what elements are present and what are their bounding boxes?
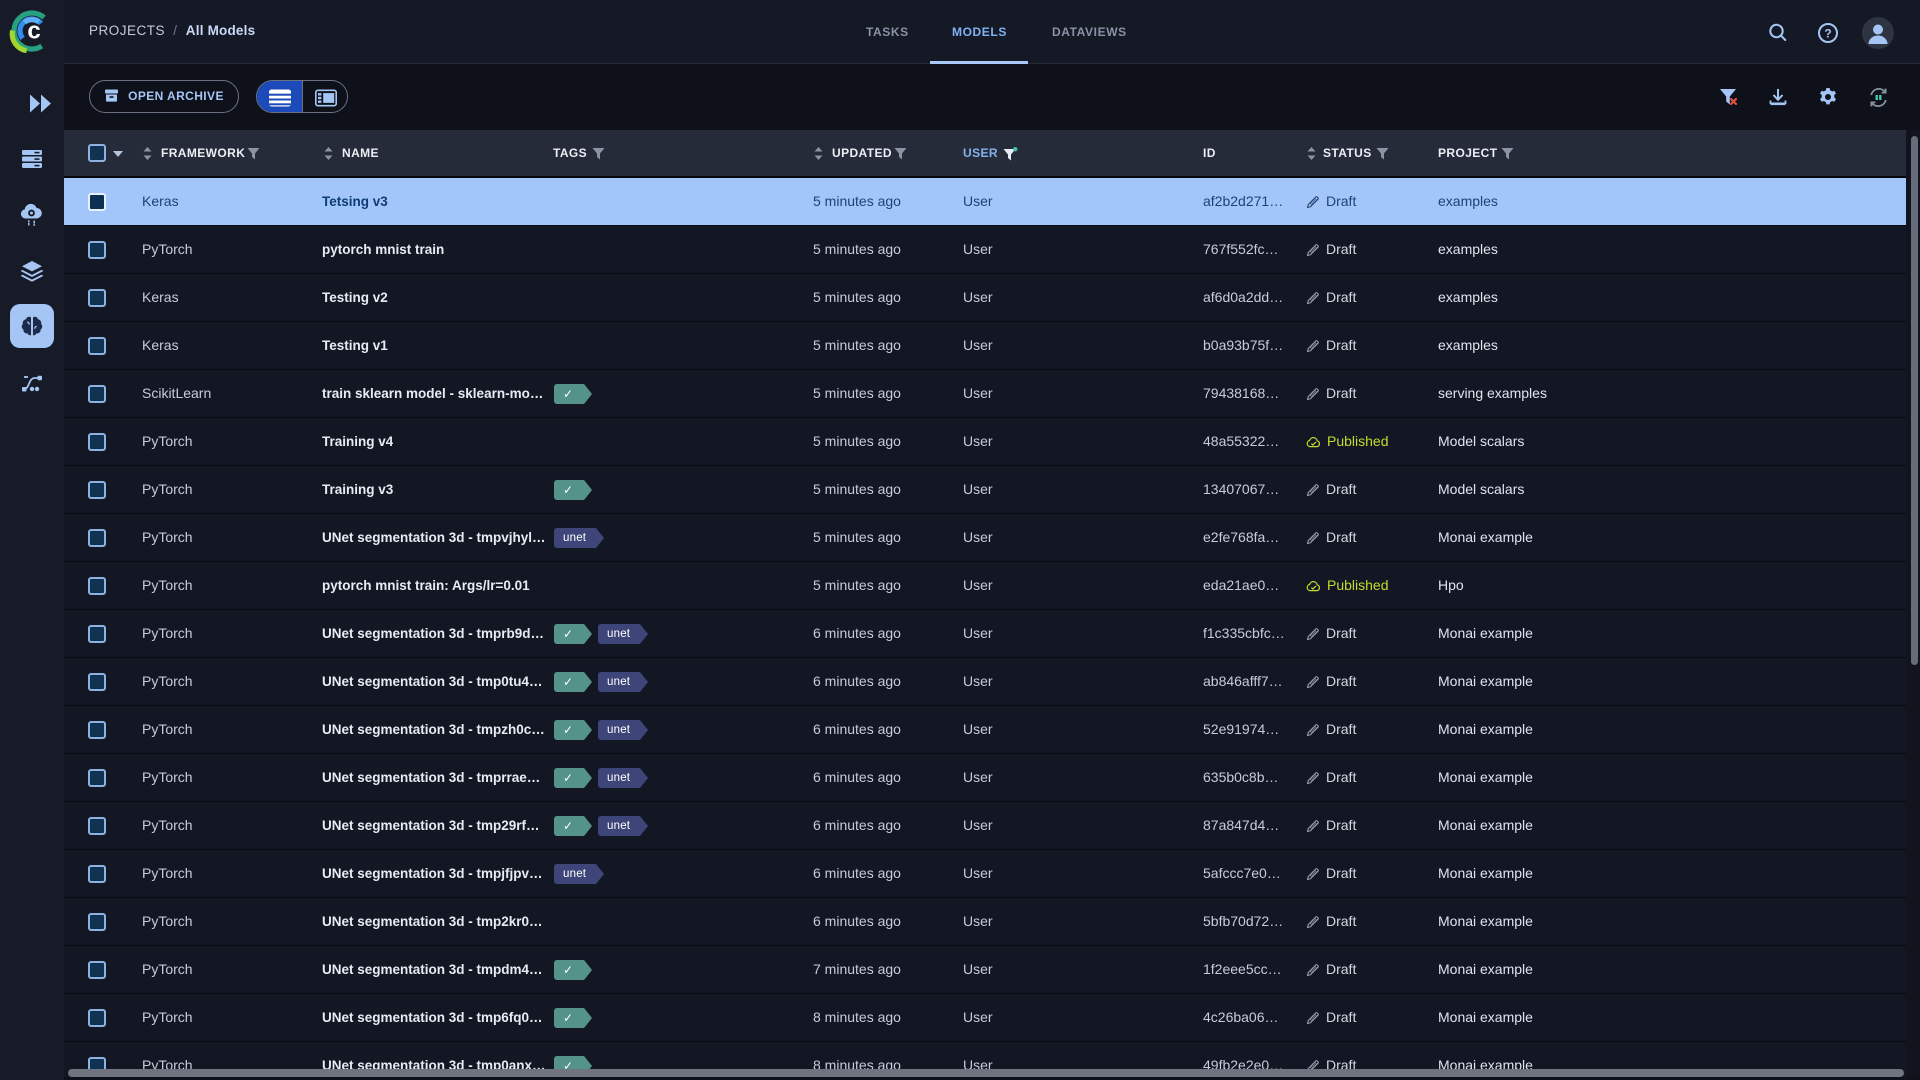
- svg-text:c: c: [27, 18, 40, 45]
- svg-text:?: ?: [1824, 26, 1831, 40]
